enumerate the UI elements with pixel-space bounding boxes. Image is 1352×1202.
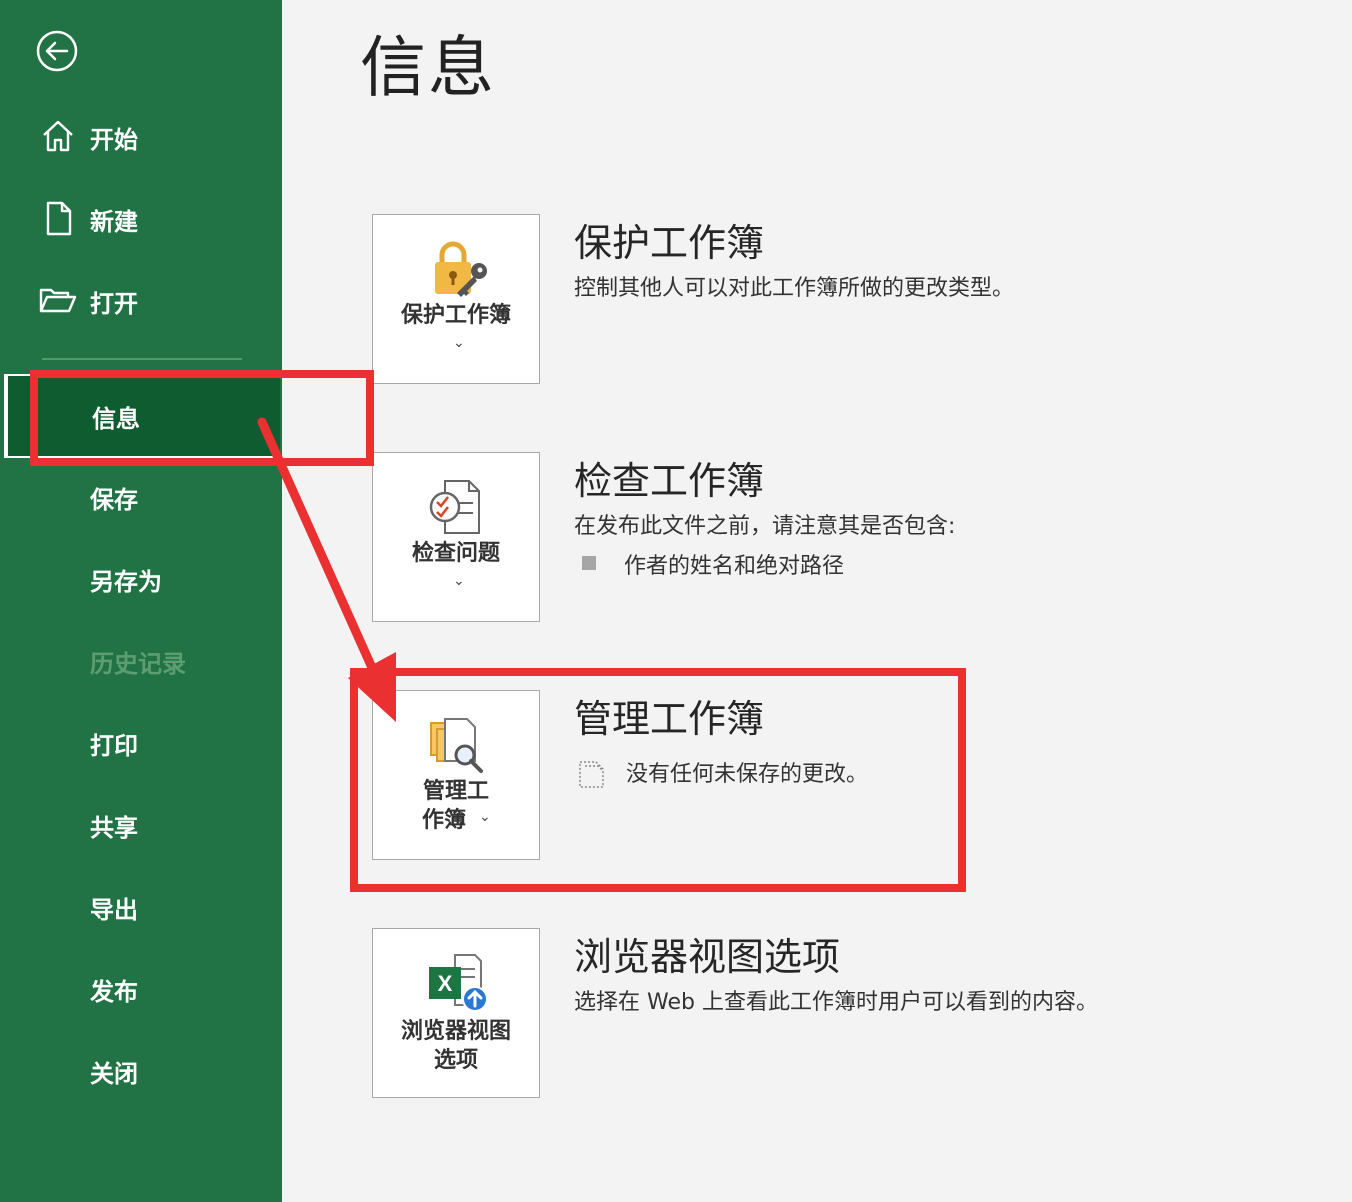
nav-print[interactable]: 打印 (0, 702, 282, 784)
nav-info-label: 信息 (92, 404, 140, 433)
protect-workbook-tile-label: 保护工作簿 (400, 303, 511, 328)
inspect-workbook-description: 在发布此文件之前，请注意其是否包含: (574, 514, 956, 539)
nav-print-label: 打印 (90, 731, 138, 760)
protect-workbook-description: 控制其他人可以对此工作簿所做的更改类型。 (574, 276, 1015, 301)
manage-workbook-tile-label-1: 管理工 (422, 779, 489, 804)
browser-view-tile-label-2: 选项 (433, 1048, 478, 1073)
new-file-icon (46, 201, 72, 236)
nav-new-label: 新建 (90, 207, 138, 236)
nav-close-label: 关闭 (90, 1059, 138, 1088)
manage-workbook-icon (430, 718, 483, 773)
nav-save-as[interactable]: 另存为 (0, 538, 282, 620)
page-title: 信息 (360, 29, 496, 106)
inspect-workbook-bullet: 作者的姓名和绝对路径 (624, 554, 845, 579)
manage-workbook-tile-label-2: 作簿 (421, 808, 466, 833)
backstage-sidebar: 开始 新建 打开 信息 保存 另存为 历史记录 打印 共享 导出 发布 关闭 (0, 0, 282, 1202)
nav-home[interactable]: 开始 (0, 96, 282, 178)
excel-browser-icon: X (429, 954, 488, 1012)
nav-open-label: 打开 (90, 289, 138, 318)
bullet-icon (582, 556, 596, 570)
nav-open[interactable]: 打开 (0, 260, 282, 342)
nav-share-label: 共享 (90, 813, 138, 842)
inspect-document-icon (429, 480, 480, 534)
browser-view-description: 选择在 Web 上查看此工作簿时用户可以看到的内容。 (574, 990, 1098, 1015)
open-folder-icon (39, 288, 77, 313)
nav-save-as-label: 另存为 (90, 567, 162, 596)
inspect-workbook-title: 检查工作簿 (574, 459, 765, 503)
protect-workbook-title: 保护工作簿 (574, 221, 765, 265)
nav-info[interactable]: 信息 (4, 374, 280, 458)
nav-new[interactable]: 新建 (0, 178, 282, 260)
manage-workbook-title: 管理工作簿 (574, 697, 765, 741)
svg-text:X: X (438, 971, 453, 996)
lock-key-icon (435, 241, 487, 297)
home-icon (43, 120, 73, 152)
chevron-down-icon: ⌄ (453, 573, 465, 589)
back-button[interactable] (34, 28, 80, 74)
nav-save[interactable]: 保存 (0, 456, 282, 538)
nav-share[interactable]: 共享 (0, 784, 282, 866)
manage-workbook-button[interactable]: 管理工 作簿 ⌄ (372, 690, 540, 860)
document-dotted-icon (579, 761, 604, 788)
nav-export-label: 导出 (90, 895, 138, 924)
nav-close[interactable]: 关闭 (0, 1030, 282, 1112)
nav-history: 历史记录 (0, 620, 282, 702)
nav-publish[interactable]: 发布 (0, 948, 282, 1030)
browser-view-options-button[interactable]: X 浏览器视图 选项 (372, 928, 540, 1098)
chevron-down-icon: ⌄ (453, 335, 465, 351)
nav-export[interactable]: 导出 (0, 866, 282, 948)
chevron-down-icon: ⌄ (479, 809, 491, 825)
nav-save-label: 保存 (90, 485, 138, 514)
nav-publish-label: 发布 (90, 977, 138, 1006)
nav-history-label: 历史记录 (90, 649, 186, 678)
protect-workbook-button[interactable]: 保护工作簿 ⌄ (372, 214, 540, 384)
manage-workbook-description: 没有任何未保存的更改。 (626, 762, 869, 787)
nav-home-label: 开始 (90, 125, 138, 154)
browser-view-title: 浏览器视图选项 (574, 935, 841, 979)
check-for-issues-button[interactable]: 检查问题 ⌄ (372, 452, 540, 622)
browser-view-tile-label-1: 浏览器视图 (400, 1019, 511, 1044)
check-for-issues-tile-label: 检查问题 (411, 541, 500, 566)
back-arrow-icon (36, 30, 78, 72)
nav-divider (42, 358, 242, 360)
